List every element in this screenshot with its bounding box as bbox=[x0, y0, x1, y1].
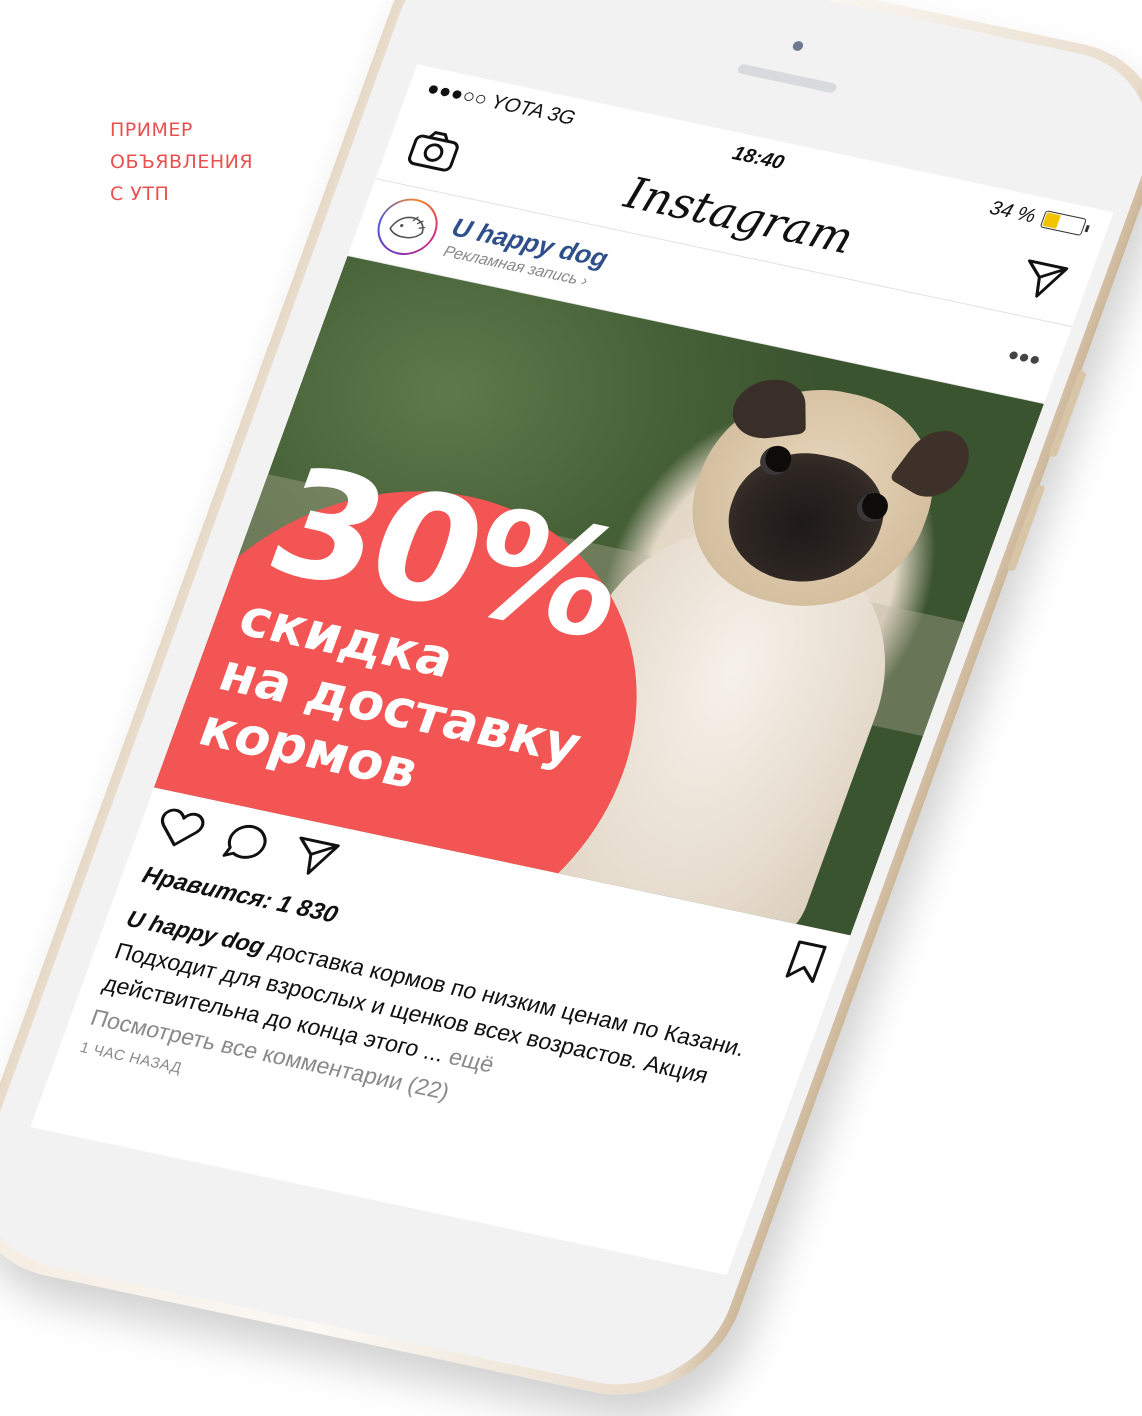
caption-more-link[interactable]: ещё bbox=[445, 1043, 498, 1077]
bookmark-icon[interactable] bbox=[782, 938, 830, 985]
heart-icon[interactable] bbox=[150, 804, 210, 853]
earpiece-speaker bbox=[736, 63, 838, 94]
avatar[interactable] bbox=[369, 193, 446, 261]
caption-line-3: С УТП bbox=[110, 183, 170, 205]
battery-level bbox=[1042, 212, 1061, 229]
battery-icon bbox=[1039, 210, 1087, 236]
share-icon[interactable] bbox=[286, 834, 343, 881]
caption-line-2: ОБЪЯВЛЕНИЯ bbox=[110, 151, 254, 173]
pug-ear-left bbox=[732, 375, 806, 443]
hedgehog-logo-icon bbox=[371, 195, 444, 259]
phone-face: ●●●○○ YOTA 3G 18:40 34 % Instagram U hap… bbox=[0, 0, 1142, 1404]
chevron-right-icon: › bbox=[579, 272, 591, 290]
caption-line-1: ПРИМЕР bbox=[110, 119, 193, 141]
phone: ●●●○○ YOTA 3G 18:40 34 % Instagram U hap… bbox=[0, 0, 1142, 1415]
comment-icon[interactable] bbox=[219, 819, 277, 868]
camera-icon[interactable] bbox=[404, 127, 465, 175]
phone-screen: ●●●○○ YOTA 3G 18:40 34 % Instagram U hap… bbox=[30, 64, 1114, 1276]
battery-cap bbox=[1084, 224, 1090, 232]
example-caption: ПРИМЕР ОБЪЯВЛЕНИЯ С УТП bbox=[110, 114, 253, 210]
front-camera bbox=[791, 40, 805, 52]
direct-send-icon[interactable] bbox=[1014, 256, 1071, 303]
battery-percent: 34 % bbox=[986, 196, 1039, 227]
